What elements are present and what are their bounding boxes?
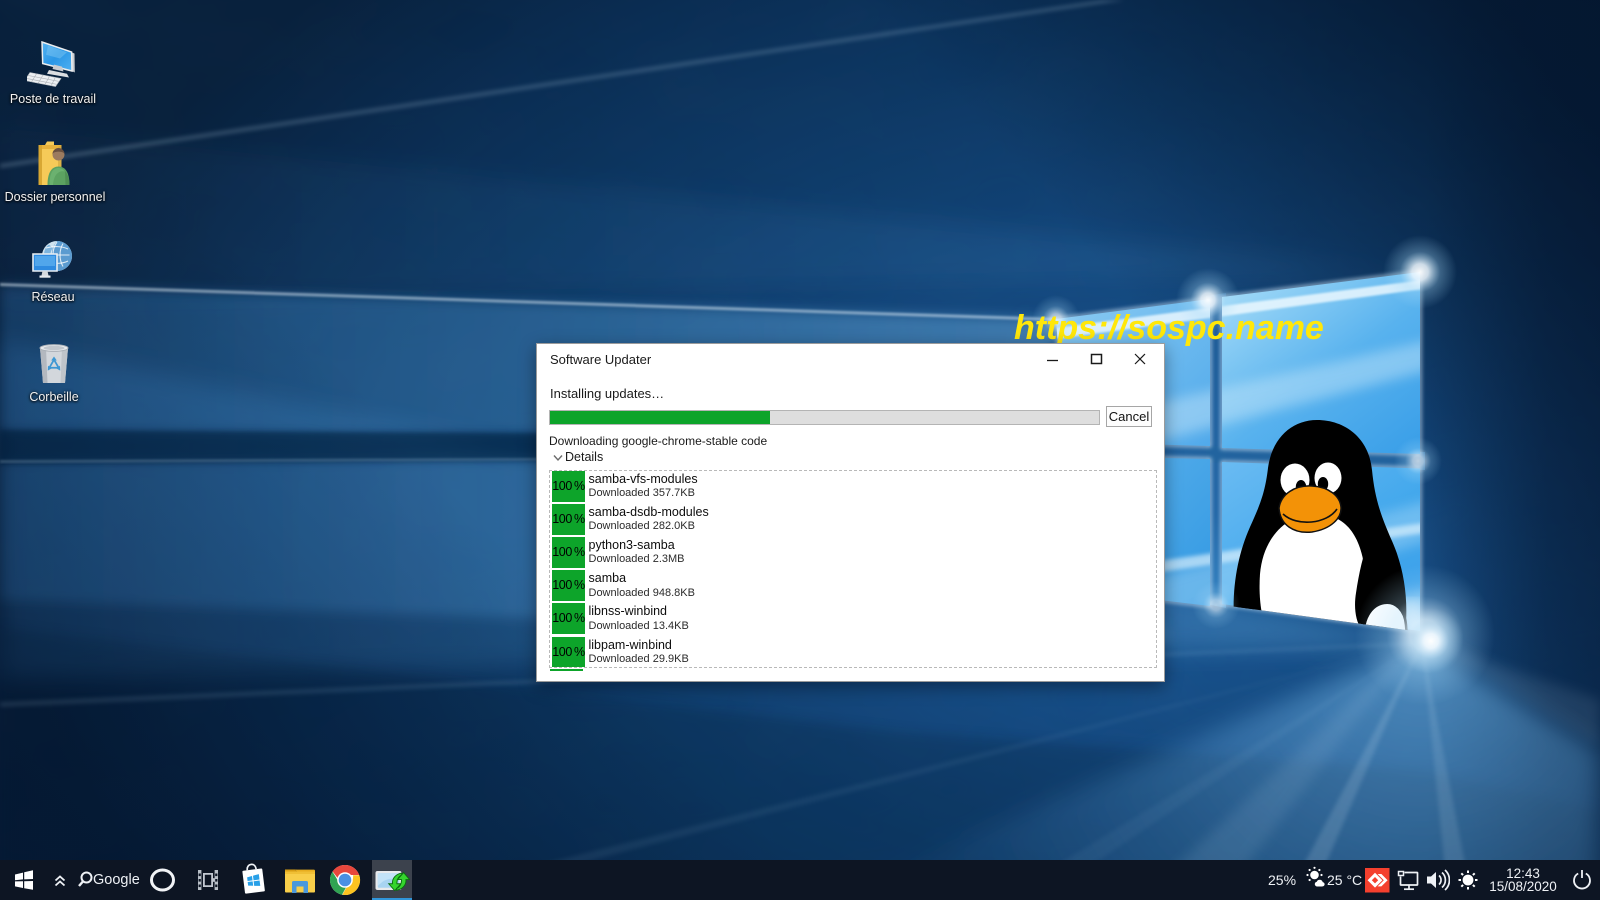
svg-text:https://sospc.name: https://sospc.name xyxy=(1014,309,1324,347)
